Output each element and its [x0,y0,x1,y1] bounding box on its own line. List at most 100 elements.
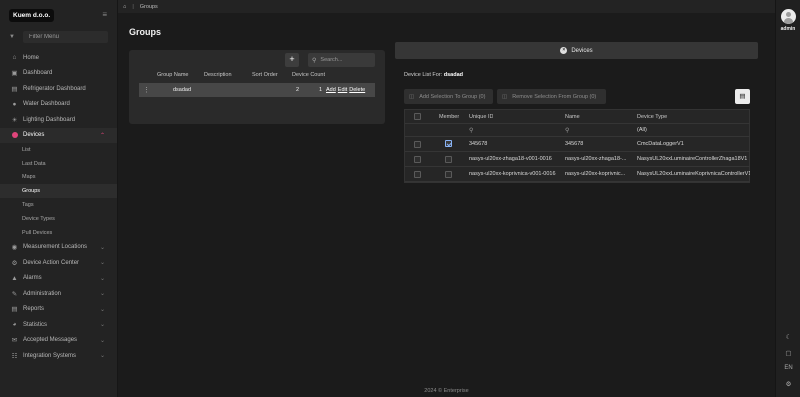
grid-filter-row: ⚲ ⚲ (All) [405,124,750,137]
select-all-checkbox[interactable] [414,113,421,120]
row-select-checkbox[interactable] [414,156,421,163]
sidebar-item-alarms[interactable]: ▲ Alarms ⌄ [0,271,117,287]
column-header[interactable]: Device Count [292,72,342,82]
row-select-checkbox[interactable] [414,171,421,178]
sidebar-subitem-pull-devices[interactable]: Pull Devices [0,226,117,240]
device-type-cell: NasysUL20xxLuminaireKoprivnicaController… [637,171,750,177]
home-icon[interactable]: ⌂ [123,4,126,10]
breadcrumb-separator: | [132,3,134,10]
devices-icon [11,132,18,139]
right-rail: admin ☾ ▢ EN ⚙ [775,0,800,397]
sidebar-item-home[interactable]: ⌂ Home [0,50,117,66]
export-icon: ▤ [739,93,746,100]
devices-grid: Member Unique ID Name Device Type ⚲ ⚲ (A… [404,109,750,183]
search-icon: ⚲ [312,57,317,64]
location-icon: ◉ [11,244,18,252]
sidebar-item-device-action-center[interactable]: ⚙ Device Action Center ⌄ [0,255,117,271]
sidebar-item-dashboard[interactable]: ▣ Dashboard [0,66,117,82]
settings-icon[interactable]: ⚙ [776,380,800,388]
name-filter-search-icon[interactable]: ⚲ [565,127,569,134]
unique-id-cell: nasys-ul20xx-koprivnica-v001-0016 [469,171,556,177]
sidebar-subitem-groups[interactable]: Groups [0,184,117,199]
sidebar-subitem-maps[interactable]: Maps [0,171,117,185]
chevron-up-icon: ⌃ [99,132,105,139]
sidebar-item-refrigerator-dashboard[interactable]: ▤ Refrigerator Dashboard [0,81,117,97]
column-header[interactable]: Name [565,114,580,120]
sidebar-subitem-last-data[interactable]: Last Data [0,157,117,171]
sidebar-item-administration[interactable]: ✎ Administration ⌄ [0,286,117,302]
member-checkbox[interactable] [445,171,452,178]
language-selector[interactable]: EN [776,365,800,371]
name-cell: 345678 [565,141,584,147]
column-header[interactable]: Description [204,72,252,82]
sidebar-subitem-list[interactable]: List [0,143,117,157]
device-list-for-group: dsadad [443,72,464,78]
filter-menu-input[interactable] [23,31,108,43]
sidebar-item-accepted-messages[interactable]: ✉ Accepted Messages ⌄ [0,333,117,349]
sidebar-item-measurement-locations[interactable]: ◉ Measurement Locations ⌄ [0,240,117,256]
unique-id-filter-search-icon[interactable]: ⚲ [469,127,473,134]
sidebar-subitem-tags[interactable]: Tags [0,198,117,212]
column-header[interactable]: Member [439,114,459,120]
name-cell: nasys-ul20xx-zhaga18-... [565,156,627,162]
sidebar-subitem-device-types[interactable]: Device Types [0,212,117,226]
device-type-filter[interactable]: (All) [637,127,647,133]
device-list-for: Device List For: dsadad [404,72,463,78]
column-header[interactable]: Unique ID [469,114,493,120]
filter-icon: ▼ [9,34,15,40]
group-search[interactable]: ⚲ [308,53,375,67]
add-selection-label: Add Selection To Group (0) [419,93,486,100]
add-selection-button[interactable]: ◫ Add Selection To Group (0) [404,89,493,104]
export-button[interactable]: ▤ [735,89,750,104]
row-select-checkbox[interactable] [414,141,421,148]
sidebar-item-lighting-dashboard[interactable]: ☀ Lighting Dashboard [0,112,117,128]
sidebar-item-integration-systems[interactable]: ☷ Integration Systems ⌄ [0,348,117,364]
brand-logo[interactable]: Kuem d.o.o. [9,8,55,22]
sidebar-item-label: Statistics [23,321,48,328]
drag-handle-icon[interactable]: ⋮ [139,86,153,94]
devices-button[interactable]: × Devices [395,42,758,59]
avatar[interactable] [780,9,796,24]
table-row[interactable]: ⋮ dsadad 2 1 Add Edit Delete [139,83,375,97]
member-checkbox[interactable] [445,140,452,147]
sidebar: Kuem d.o.o. ≡ ▼ ⌂ Home ▣ Dashboard ▤ Ref… [0,0,118,397]
messages-icon: ✉ [11,337,18,345]
table-row[interactable]: 345678 345678 CmcDataLoggerV1 [405,137,750,152]
column-header[interactable]: Device Type [637,114,667,120]
column-header[interactable]: Group Name [157,72,204,82]
device-count-cell: 1 [318,87,322,93]
group-search-input[interactable] [320,57,371,63]
devices-button-label: Devices [571,47,593,54]
column-header[interactable]: Sort Order [252,72,292,82]
sidebar-item-reports[interactable]: ▤ Reports ⌄ [0,302,117,318]
sidebar-item-statistics[interactable]: ◕ Statistics ⌄ [0,317,117,333]
home-icon: ⌂ [12,54,17,62]
statistics-icon: ◕ [12,321,17,329]
sidebar-item-water-dashboard[interactable]: ● Water Dashboard [0,97,117,113]
chevron-down-icon: ⌄ [99,337,105,344]
breadcrumb-current: Groups [139,3,158,10]
table-row[interactable]: nasys-ul20xx-zhaga18-v001-0016 nasys-ul2… [405,152,750,167]
user-name[interactable]: admin [776,26,800,32]
remove-selection-button[interactable]: ◫ Remove Selection From Group (0) [497,89,606,104]
name-cell: nasys-ul20xx-koprivnic... [565,171,626,177]
sidebar-item-label: Administration [23,290,62,297]
fullscreen-icon[interactable]: ▢ [776,349,800,357]
moon-icon[interactable]: ☾ [776,333,800,341]
sidebar-item-devices[interactable]: Devices ⌃ [0,127,117,143]
member-checkbox[interactable] [445,156,452,163]
group-name-cell: dsadad [173,87,192,93]
collapse-menu-icon[interactable]: ≡ [102,11,107,19]
refrigerator-icon: ▤ [11,85,18,93]
chevron-down-icon: ⌄ [99,291,105,298]
unique-id-cell: nasys-ul20xx-zhaga18-v001-0016 [469,156,552,162]
edit-link[interactable]: Edit [338,87,347,93]
table-row[interactable]: nasys-ul20xx-koprivnica-v001-0016 nasys-… [405,167,750,182]
device-type-cell: CmcDataLoggerV1 [637,141,684,147]
chevron-down-icon: ⌄ [99,322,105,329]
add-link[interactable]: Add [326,87,336,93]
add-group-button[interactable]: + [285,53,299,67]
page-title: Groups [129,27,162,37]
close-circle-icon: × [560,47,568,54]
delete-link[interactable]: Delete [349,87,365,93]
